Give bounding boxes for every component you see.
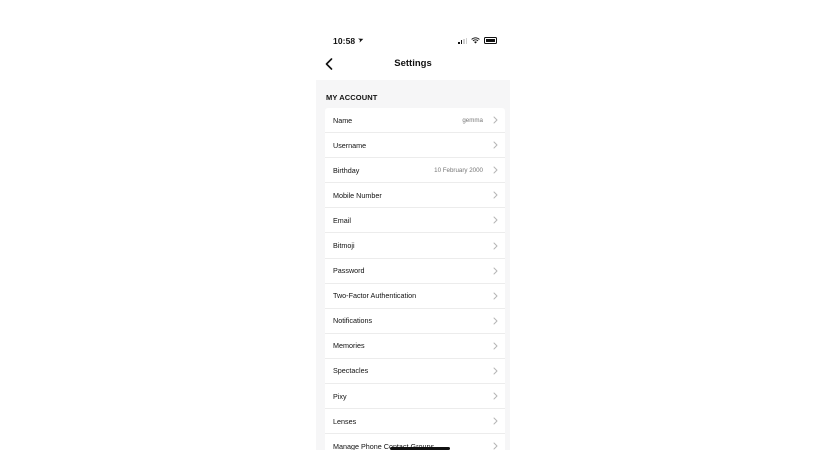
status-time: 10:58: [333, 36, 356, 46]
settings-row-memories[interactable]: Memories: [325, 334, 505, 359]
chevron-right-icon: [491, 367, 499, 375]
settings-row-pixy[interactable]: Pixy: [325, 384, 505, 410]
settings-row-bitmoji[interactable]: Bitmoji: [325, 233, 505, 259]
settings-list: Name gemma Username Birthday 10 February 200…: [325, 108, 505, 450]
chevron-right-icon: [491, 392, 499, 400]
home-indicator[interactable]: [390, 447, 450, 450]
settings-row-label: Memories: [333, 341, 365, 351]
location-arrow-icon: ➤: [357, 36, 366, 45]
page-title: Settings: [394, 58, 432, 69]
chevron-right-icon: [491, 292, 499, 300]
chevron-right-icon: [491, 317, 499, 325]
chevron-right-icon: [491, 267, 499, 275]
status-icons: [458, 37, 497, 44]
chevron-right-icon: [491, 116, 499, 124]
chevron-right-icon: [491, 442, 499, 450]
section-header: MY ACCOUNT: [326, 93, 378, 102]
settings-row-notifications[interactable]: Notifications: [325, 309, 505, 334]
settings-row-label: Two-Factor Authentication: [333, 291, 417, 301]
settings-row-label: Bitmoji: [333, 241, 355, 251]
settings-row-label: Name: [333, 115, 353, 125]
settings-row-two-factor-authentication[interactable]: Two-Factor Authentication: [325, 284, 505, 309]
settings-row-value: gemma: [462, 116, 483, 124]
settings-content[interactable]: MY ACCOUNT Name gemma Username Birthday 10 F…: [316, 80, 510, 450]
settings-row-lenses[interactable]: Lenses: [325, 409, 505, 435]
chevron-right-icon: [491, 191, 499, 199]
settings-row-email[interactable]: Email: [325, 208, 505, 234]
nav-bar: Settings: [316, 52, 510, 76]
settings-row-username[interactable]: Username: [325, 133, 505, 159]
settings-row-label: Birthday: [333, 165, 360, 175]
settings-row-mobile-number[interactable]: Mobile Number: [325, 183, 505, 209]
settings-row-value: 10 February 2000: [434, 166, 483, 174]
settings-row-label: Pixy: [333, 391, 347, 401]
settings-row-label: Spectacles: [333, 366, 369, 376]
chevron-right-icon: [491, 342, 499, 350]
wifi-icon: [471, 37, 480, 44]
settings-row-label: Notifications: [333, 316, 373, 326]
settings-row-label: Email: [333, 215, 351, 225]
settings-row-label: Username: [333, 140, 367, 150]
chevron-right-icon: [491, 141, 499, 149]
battery-icon: [484, 37, 497, 44]
chevron-right-icon: [491, 417, 499, 425]
chevron-right-icon: [491, 216, 499, 224]
settings-row-password[interactable]: Password: [325, 259, 505, 284]
chevron-right-icon: [491, 242, 499, 250]
settings-row-label: Lenses: [333, 416, 357, 426]
settings-row-label: Password: [333, 266, 365, 276]
status-bar: 10:58 ➤: [316, 28, 510, 52]
chevron-right-icon: [491, 166, 499, 174]
settings-row-spectacles[interactable]: Spectacles: [325, 359, 505, 385]
settings-row-birthday[interactable]: Birthday 10 February 2000: [325, 158, 505, 184]
settings-row-name[interactable]: Name gemma: [325, 108, 505, 134]
settings-row-label: Mobile Number: [333, 190, 382, 200]
phone-screen: 10:58 ➤ Settings MY ACCOUNT Name gemma Use…: [316, 28, 510, 450]
signal-icon: [458, 37, 467, 44]
